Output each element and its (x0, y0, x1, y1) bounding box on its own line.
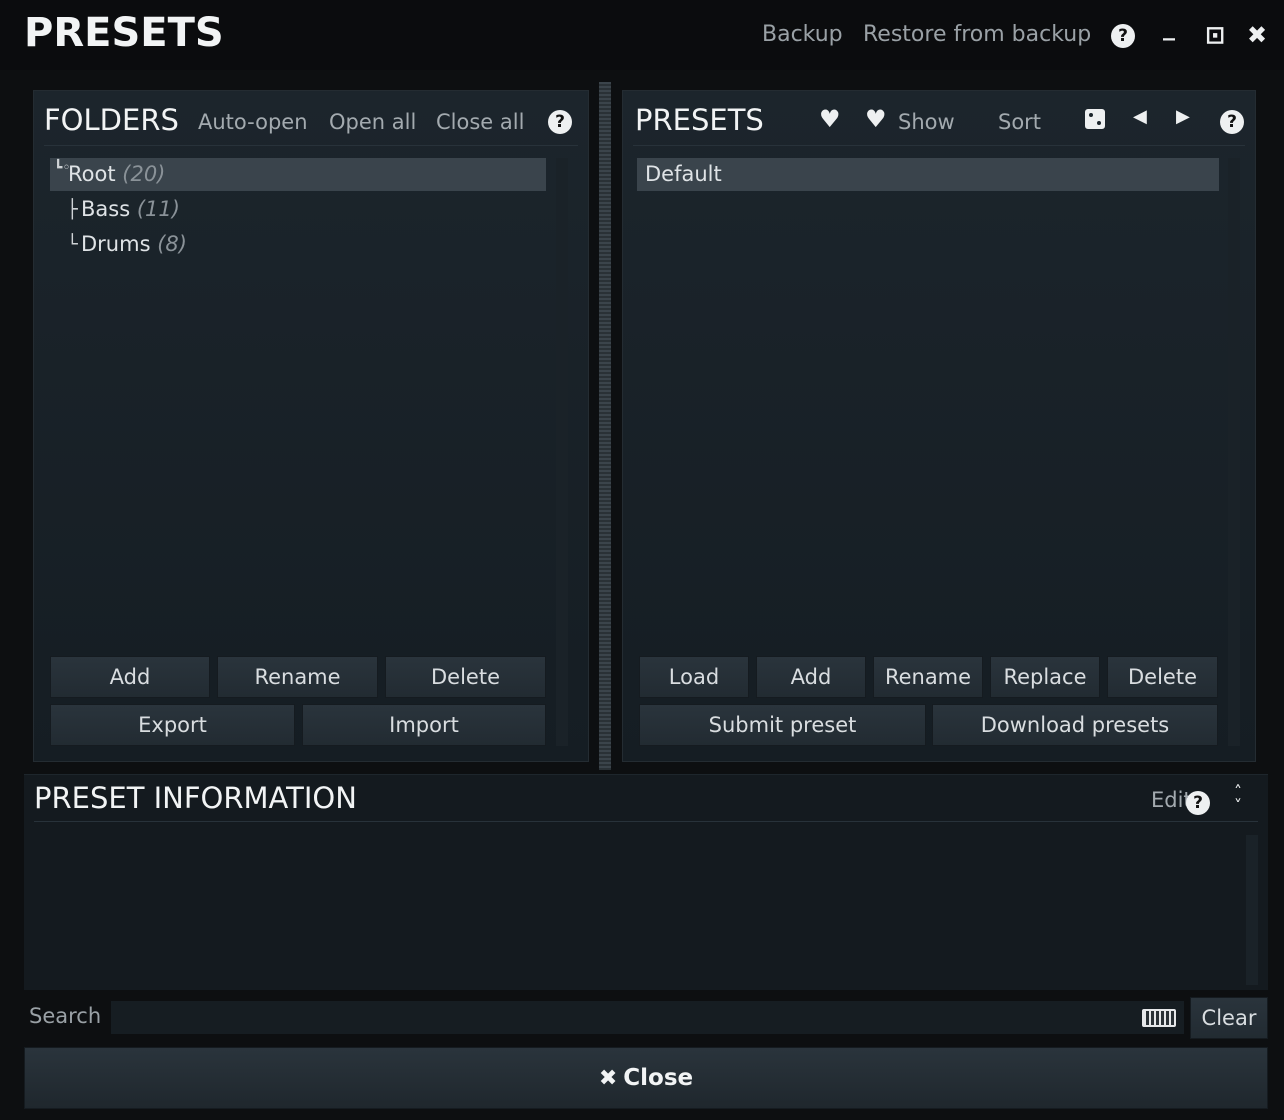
preset-item-default[interactable]: Default (637, 158, 1219, 191)
folder-label: Root (68, 162, 116, 186)
show-favorites-heart-icon[interactable]: ♥ (865, 105, 887, 133)
folder-item-root[interactable]: ┗◦ Root (20) (50, 158, 546, 191)
title-bar: PRESETS Backup Restore from backup ? _ ⊡… (0, 0, 1284, 70)
folder-label: Drums (81, 232, 151, 256)
folders-scrollbar[interactable] (556, 158, 568, 746)
folder-count: (8) (157, 232, 187, 256)
minimize-icon[interactable]: _ (1156, 14, 1182, 40)
folders-title: FOLDERS (44, 103, 179, 137)
divider (44, 145, 578, 146)
folders-panel: FOLDERS Auto-open Open all Close all ? ┗… (33, 90, 589, 762)
expand-collapse-icon[interactable]: ˄ ˅ (1234, 784, 1242, 814)
favorite-heart-icon[interactable]: ♥ (819, 105, 841, 133)
divider (34, 821, 1258, 822)
divider (633, 145, 1245, 146)
next-preset-icon[interactable]: ▶ (1176, 106, 1190, 127)
submit-preset-button[interactable]: Submit preset (639, 704, 926, 746)
previous-preset-icon[interactable]: ◀ (1133, 106, 1147, 127)
close-button-label: Close (623, 1065, 694, 1091)
folders-help-icon[interactable]: ? (548, 110, 572, 134)
close-window-icon[interactable]: ✖ (1244, 22, 1270, 48)
fullscreen-icon[interactable]: ⊡ (1202, 22, 1228, 48)
close-all-button[interactable]: Close all (436, 110, 524, 134)
window-title: PRESETS (24, 10, 224, 56)
preset-information-title: PRESET INFORMATION (34, 781, 357, 815)
download-presets-button[interactable]: Download presets (932, 704, 1218, 746)
preset-load-button[interactable]: Load (639, 656, 749, 698)
folders-header: FOLDERS Auto-open Open all Close all ? (34, 91, 588, 145)
close-button[interactable]: ✖ Close (24, 1047, 1268, 1109)
folder-export-button[interactable]: Export (50, 704, 295, 746)
close-x-icon: ✖ (598, 1066, 618, 1091)
info-scrollbar[interactable] (1246, 835, 1258, 985)
folder-item-drums[interactable]: └ Drums (8) (64, 228, 546, 261)
clear-search-button[interactable]: Clear (1190, 997, 1268, 1039)
tree-branch-icon: ├ (67, 199, 78, 220)
help-icon[interactable]: ? (1111, 24, 1135, 48)
panel-splitter[interactable] (599, 82, 611, 770)
preset-add-button[interactable]: Add (756, 656, 866, 698)
restore-backup-button[interactable]: Restore from backup (863, 22, 1091, 47)
info-help-icon[interactable]: ? (1186, 791, 1210, 815)
open-all-button[interactable]: Open all (329, 110, 416, 134)
tree-branch-icon: ┗◦ (54, 160, 71, 176)
folder-rename-button[interactable]: Rename (217, 656, 378, 698)
folder-count: (11) (136, 197, 180, 221)
preset-information-panel: PRESET INFORMATION Edit ? ˄ ˅ (24, 774, 1268, 990)
preset-rename-button[interactable]: Rename (873, 656, 983, 698)
folder-delete-button[interactable]: Delete (385, 656, 546, 698)
folder-item-bass[interactable]: ├ Bass (11) (64, 193, 546, 226)
folder-label: Bass (81, 197, 131, 221)
sort-button[interactable]: Sort (998, 110, 1041, 134)
folder-add-button[interactable]: Add (50, 656, 210, 698)
backup-button[interactable]: Backup (762, 22, 843, 47)
keyboard-icon[interactable] (1142, 1009, 1176, 1027)
auto-open-toggle[interactable]: Auto-open (198, 110, 308, 134)
preset-replace-button[interactable]: Replace (990, 656, 1100, 698)
search-input[interactable] (111, 1001, 1184, 1034)
search-label: Search (29, 1004, 102, 1028)
preset-delete-button[interactable]: Delete (1107, 656, 1218, 698)
tree-branch-icon: └ (67, 234, 78, 255)
show-favorites-button[interactable]: Show (898, 110, 955, 134)
presets-scrollbar[interactable] (1228, 158, 1240, 746)
folder-import-button[interactable]: Import (302, 704, 546, 746)
presets-header: PRESETS ♥ ♥ Show Sort ◀ ▶ ? (623, 91, 1255, 145)
presets-help-icon[interactable]: ? (1220, 110, 1244, 134)
random-dice-icon[interactable] (1085, 109, 1105, 129)
presets-panel: PRESETS ♥ ♥ Show Sort ◀ ▶ ? Default Load… (622, 90, 1256, 762)
presets-title: PRESETS (635, 103, 764, 137)
folder-count: (20) (122, 162, 166, 186)
